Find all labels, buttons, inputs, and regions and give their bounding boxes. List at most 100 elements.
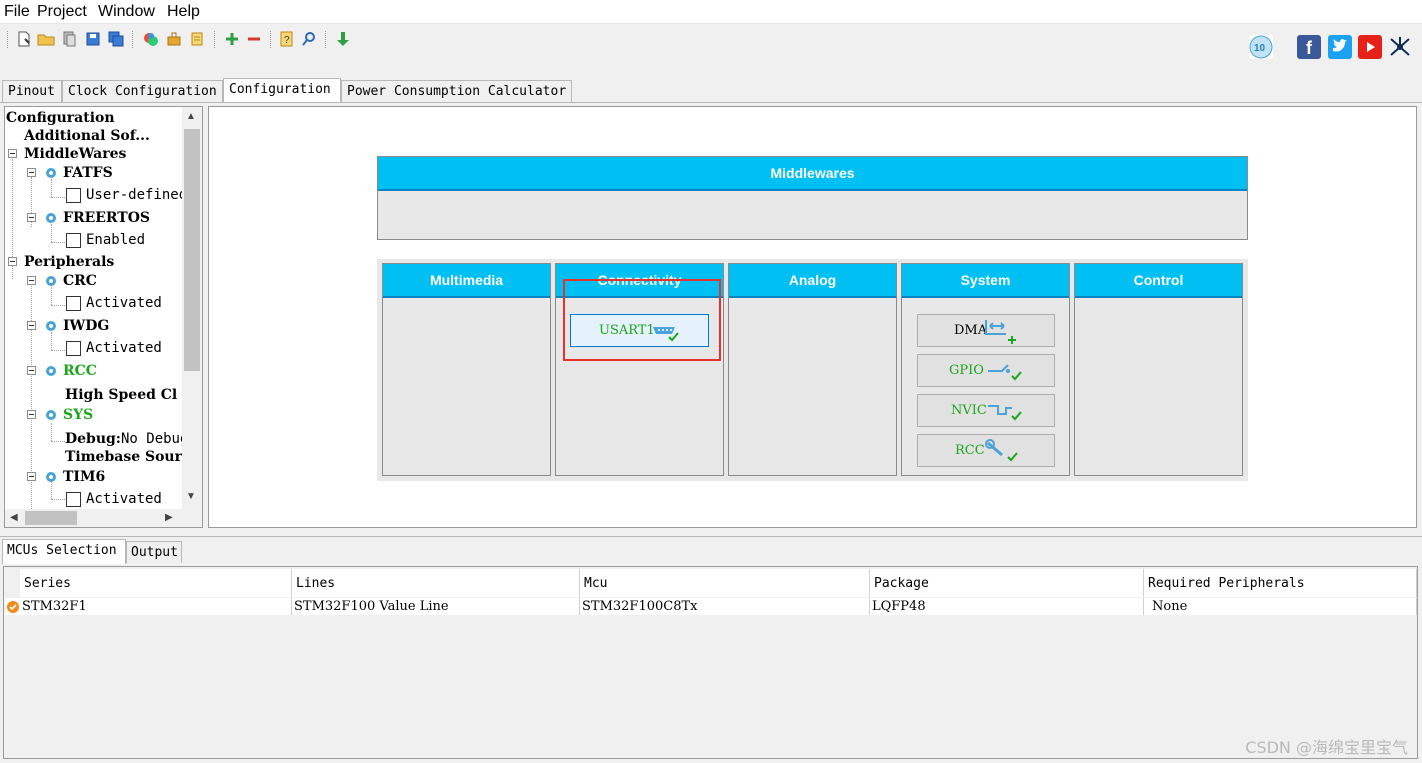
tree-item-peripherals[interactable]: Peripherals — [24, 253, 114, 271]
scrollbar-thumb[interactable] — [184, 129, 200, 371]
gear-icon — [46, 410, 56, 420]
iwdg-activated-checkbox[interactable] — [66, 341, 81, 356]
tab-configuration[interactable]: Configuration — [223, 78, 341, 103]
add-icon[interactable] — [222, 29, 242, 49]
pinout-tool-icon[interactable] — [164, 29, 184, 49]
collapse-icon[interactable] — [8, 149, 17, 158]
tree-item-additional-software[interactable]: Additional Sof... — [24, 127, 150, 145]
search-icon[interactable] — [299, 29, 319, 49]
tab-output[interactable]: Output — [126, 541, 182, 563]
scrollbar-thumb[interactable] — [25, 511, 77, 525]
new-project-icon[interactable] — [14, 29, 34, 49]
tree-item-tim6[interactable]: TIM6 — [63, 468, 105, 486]
collapse-icon[interactable] — [27, 410, 36, 419]
tree-guide — [51, 441, 65, 442]
tree-guide — [51, 332, 52, 350]
tree-item-crc[interactable]: CRC — [63, 272, 97, 290]
column-header-series[interactable]: Series — [20, 569, 292, 597]
help-icon[interactable]: ? — [277, 29, 297, 49]
facebook-icon[interactable]: f — [1297, 35, 1321, 59]
save-all-icon[interactable] — [106, 29, 126, 49]
gear-icon — [46, 472, 56, 482]
column-header-mcu[interactable]: Mcu — [580, 569, 870, 597]
nvic-label: NVIC — [951, 403, 987, 418]
tim6-activated-checkbox[interactable] — [66, 492, 81, 507]
tree-vertical-scrollbar[interactable]: ▲ ▼ — [182, 107, 202, 509]
youtube-icon[interactable] — [1358, 35, 1382, 59]
menu-help[interactable]: Help — [167, 3, 200, 21]
copy-icon[interactable] — [59, 29, 79, 49]
menu-bar: File Project Window Help — [0, 0, 1422, 24]
tree-item-middlewares[interactable]: MiddleWares — [24, 145, 126, 163]
download-icon[interactable] — [333, 29, 353, 49]
open-folder-icon[interactable] — [36, 29, 56, 49]
tree-item-sys[interactable]: SYS — [63, 406, 93, 424]
toolbar: ? 10 f — [0, 25, 1422, 77]
scroll-report-icon[interactable] — [187, 29, 207, 49]
chevron-left-icon[interactable]: ◀ — [10, 512, 18, 523]
collapse-icon[interactable] — [8, 257, 17, 266]
tree-guide — [51, 287, 52, 305]
tree-root-configuration[interactable]: Configuration — [6, 109, 115, 127]
tree-guide — [51, 224, 52, 242]
cell-package[interactable]: LQFP48 — [870, 598, 1144, 615]
menu-project[interactable]: Project — [37, 3, 87, 21]
control-panel: Control — [1074, 263, 1243, 476]
menu-file[interactable]: File — [4, 3, 30, 21]
highlight-box — [563, 279, 721, 361]
crc-activated-checkbox[interactable] — [66, 296, 81, 311]
tim6-activated-label: Activated — [86, 491, 162, 507]
collapse-icon[interactable] — [27, 168, 36, 177]
cell-mcu[interactable]: STM32F100C8Tx — [580, 598, 870, 615]
system-panel: System DMA GPIO NVIC RCC — [901, 263, 1070, 476]
chevron-down-icon[interactable]: ▼ — [186, 491, 196, 502]
twitter-icon[interactable] — [1328, 35, 1352, 59]
tree-guide — [51, 499, 65, 500]
collapse-icon[interactable] — [27, 366, 36, 375]
save-icon[interactable] — [83, 29, 103, 49]
iwdg-activated-label: Activated — [86, 340, 162, 356]
tree-guide — [51, 242, 65, 243]
nvic-button[interactable]: NVIC — [917, 394, 1055, 427]
gear-icon — [46, 213, 56, 223]
chevron-up-icon[interactable]: ▲ — [186, 111, 196, 122]
cell-required-peripherals[interactable]: None — [1144, 598, 1417, 615]
tree-item-fatfs[interactable]: FATFS — [63, 164, 113, 182]
remove-icon[interactable] — [244, 29, 264, 49]
tree-item-rcc[interactable]: RCC — [63, 362, 97, 380]
tree-item-freertos[interactable]: FREERTOS — [63, 209, 150, 227]
collapse-icon[interactable] — [27, 321, 36, 330]
menu-window[interactable]: Window — [98, 3, 155, 21]
tab-mcus-selection[interactable]: MCUs Selection — [2, 539, 126, 564]
dma-button[interactable]: DMA — [917, 314, 1055, 347]
analog-header: Analog — [729, 264, 896, 298]
mcu-selection-table: Series Lines Mcu Package Required Periph… — [3, 566, 1418, 759]
toolbar-separator — [214, 31, 215, 48]
chevron-right-icon[interactable]: ▶ — [165, 512, 173, 523]
cell-lines[interactable]: STM32F100 Value Line — [292, 598, 580, 615]
gpio-button[interactable]: GPIO — [917, 354, 1055, 387]
cell-series[interactable]: STM32F1 — [20, 598, 292, 615]
column-header-lines[interactable]: Lines — [292, 569, 580, 597]
svg-text:10: 10 — [1254, 43, 1266, 54]
multimedia-panel: Multimedia — [382, 263, 551, 476]
fatfs-user-defined-checkbox[interactable] — [66, 188, 81, 203]
collapse-icon[interactable] — [27, 472, 36, 481]
network-icon[interactable] — [1388, 35, 1412, 59]
column-header-required-peripherals[interactable]: Required Peripherals — [1144, 569, 1417, 597]
tree-horizontal-scrollbar[interactable]: ◀ ▶ — [5, 509, 202, 527]
update-icon[interactable]: 10 — [1249, 35, 1273, 59]
rcc-button[interactable]: RCC — [917, 434, 1055, 467]
collapse-icon[interactable] — [27, 276, 36, 285]
control-header: Control — [1075, 264, 1242, 298]
tab-clock-configuration[interactable]: Clock Configuration — [62, 80, 223, 102]
column-header-package[interactable]: Package — [870, 569, 1144, 597]
gpio-label: GPIO — [949, 363, 984, 378]
tab-power-consumption-calculator[interactable]: Power Consumption Calculator — [341, 80, 572, 102]
tab-pinout[interactable]: Pinout — [2, 80, 62, 102]
tree-item-iwdg[interactable]: IWDG — [63, 317, 109, 335]
collapse-icon[interactable] — [27, 213, 36, 222]
generate-report-icon[interactable] — [141, 29, 161, 49]
freertos-enabled-checkbox[interactable] — [66, 233, 81, 248]
split-divider — [0, 536, 1422, 537]
